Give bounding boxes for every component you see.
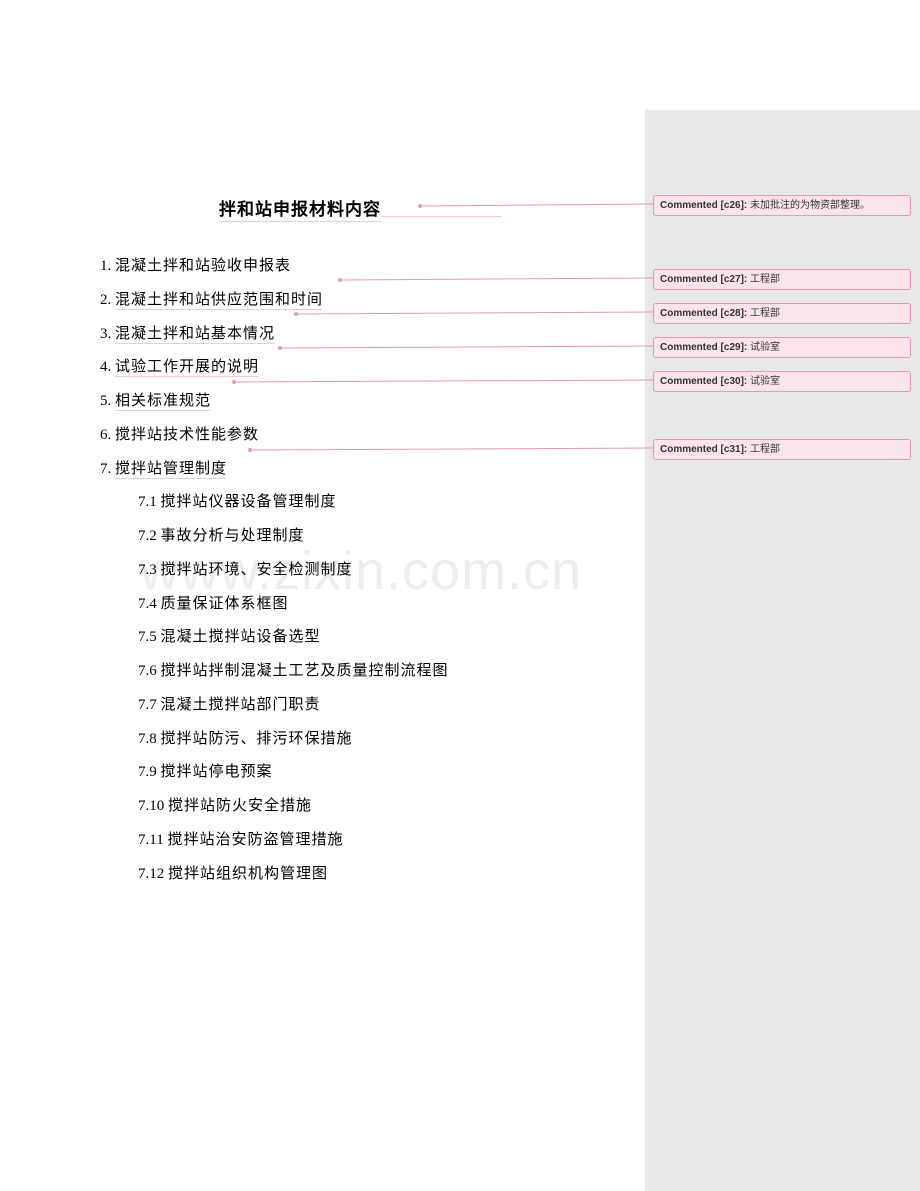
list-item: 7.7 混凝土搅拌站部门职责 xyxy=(138,689,645,723)
sub-list: 7.1 搅拌站仪器设备管理制度7.2 事故分析与处理制度7.3 搅拌站环境、安全… xyxy=(100,486,645,891)
list-text: 搅拌站环境、安全检测制度 xyxy=(161,562,353,578)
comment-id: Commented [c29]: xyxy=(660,342,750,353)
list-text: 混凝土拌和站验收申报表 xyxy=(115,258,291,274)
comment-box[interactable]: Commented [c28]: 工程部 xyxy=(653,303,911,324)
comment-id: Commented [c27]: xyxy=(660,274,750,285)
list-item: 1. 混凝土拌和站验收申报表 xyxy=(100,250,645,284)
list-number: 6. xyxy=(100,427,115,443)
list-item: 5. 相关标准规范 xyxy=(100,385,645,419)
list-item: 7.5 混凝土搅拌站设备选型 xyxy=(138,621,645,655)
list-item: 7. 搅拌站管理制度 xyxy=(100,453,645,487)
list-number: 7. xyxy=(100,461,115,477)
page-title: 拌和站申报材料内容 xyxy=(219,195,381,222)
list-item: 6. 搅拌站技术性能参数 xyxy=(100,419,645,453)
comment-box[interactable]: Commented [c26]: 未加批注的为物资部整理。 xyxy=(653,195,911,216)
list-item: 7.10 搅拌站防火安全措施 xyxy=(138,790,645,824)
list-text: 搅拌站管理制度 xyxy=(115,461,227,479)
list-number: 3. xyxy=(100,326,115,342)
list-item: 7.12 搅拌站组织机构管理图 xyxy=(138,858,645,892)
list-text: 相关标准规范 xyxy=(115,393,211,411)
list-item: 7.3 搅拌站环境、安全检测制度 xyxy=(138,554,645,588)
comment-id: Commented [c31]: xyxy=(660,444,750,455)
comment-text: 未加批注的为物资部整理。 xyxy=(750,200,870,211)
list-text: 搅拌站停电预案 xyxy=(161,764,273,780)
list-number: 1. xyxy=(100,258,115,274)
list-number: 7.7 xyxy=(138,697,161,713)
list-text: 试验工作开展的说明 xyxy=(115,359,259,377)
comment-id: Commented [c28]: xyxy=(660,308,750,319)
list-item: 7.9 搅拌站停电预案 xyxy=(138,756,645,790)
list-number: 7.11 xyxy=(138,832,167,848)
comment-text: 试验室 xyxy=(750,342,780,353)
list-number: 7.9 xyxy=(138,764,161,780)
comment-box[interactable]: Commented [c31]: 工程部 xyxy=(653,439,911,460)
list-text: 混凝土拌和站供应范围和时间 xyxy=(115,292,323,310)
list-item: 7.8 搅拌站防污、排污环保措施 xyxy=(138,723,645,757)
document-page: 拌和站申报材料内容 1. 混凝土拌和站验收申报表2. 混凝土拌和站供应范围和时间… xyxy=(0,0,645,1191)
list-item: 7.11 搅拌站治安防盗管理措施 xyxy=(138,824,645,858)
list-item: 7.1 搅拌站仪器设备管理制度 xyxy=(138,486,645,520)
comment-text: 工程部 xyxy=(750,274,780,285)
comment-id: Commented [c26]: xyxy=(660,200,750,211)
list-item: 2. 混凝土拌和站供应范围和时间 xyxy=(100,284,645,318)
list-item: 3. 混凝土拌和站基本情况 xyxy=(100,318,645,352)
comment-id: Commented [c30]: xyxy=(660,376,750,387)
list-text: 搅拌站仪器设备管理制度 xyxy=(161,494,337,510)
comment-text: 工程部 xyxy=(750,308,780,319)
list-text: 混凝土拌和站基本情况 xyxy=(115,326,275,344)
list-text: 搅拌站防火安全措施 xyxy=(168,798,312,814)
list-number: 7.6 xyxy=(138,663,161,679)
list-text: 事故分析与处理制度 xyxy=(161,528,305,544)
list-number: 4. xyxy=(100,359,115,375)
list-number: 7.8 xyxy=(138,731,161,747)
comment-box[interactable]: Commented [c30]: 试验室 xyxy=(653,371,911,392)
list-text: 搅拌站组织机构管理图 xyxy=(168,866,328,882)
title-row: 拌和站申报材料内容 xyxy=(100,195,620,222)
list-text: 搅拌站技术性能参数 xyxy=(115,427,259,443)
list-number: 5. xyxy=(100,393,115,409)
list-number: 7.10 xyxy=(138,798,168,814)
list-number: 7.1 xyxy=(138,494,161,510)
list-number: 2. xyxy=(100,292,115,308)
comment-box[interactable]: Commented [c27]: 工程部 xyxy=(653,269,911,290)
comment-text: 试验室 xyxy=(750,376,780,387)
list-number: 7.3 xyxy=(138,562,161,578)
list-text: 混凝土搅拌站设备选型 xyxy=(161,629,321,645)
list-text: 搅拌站治安防盗管理措施 xyxy=(167,832,343,848)
main-list: 1. 混凝土拌和站验收申报表2. 混凝土拌和站供应范围和时间3. 混凝土拌和站基… xyxy=(100,250,645,486)
list-number: 7.2 xyxy=(138,528,161,544)
list-item: 7.4 质量保证体系框图 xyxy=(138,588,645,622)
list-item: 4. 试验工作开展的说明 xyxy=(100,351,645,385)
list-text: 搅拌站拌制混凝土工艺及质量控制流程图 xyxy=(161,663,449,679)
list-item: 7.2 事故分析与处理制度 xyxy=(138,520,645,554)
comment-box[interactable]: Commented [c29]: 试验室 xyxy=(653,337,911,358)
list-number: 7.4 xyxy=(138,596,161,612)
list-text: 质量保证体系框图 xyxy=(161,596,289,612)
list-number: 7.5 xyxy=(138,629,161,645)
list-item: 7.6 搅拌站拌制混凝土工艺及质量控制流程图 xyxy=(138,655,645,689)
comment-text: 工程部 xyxy=(750,444,780,455)
list-number: 7.12 xyxy=(138,866,168,882)
list-text: 搅拌站防污、排污环保措施 xyxy=(161,731,353,747)
list-text: 混凝土搅拌站部门职责 xyxy=(161,697,321,713)
